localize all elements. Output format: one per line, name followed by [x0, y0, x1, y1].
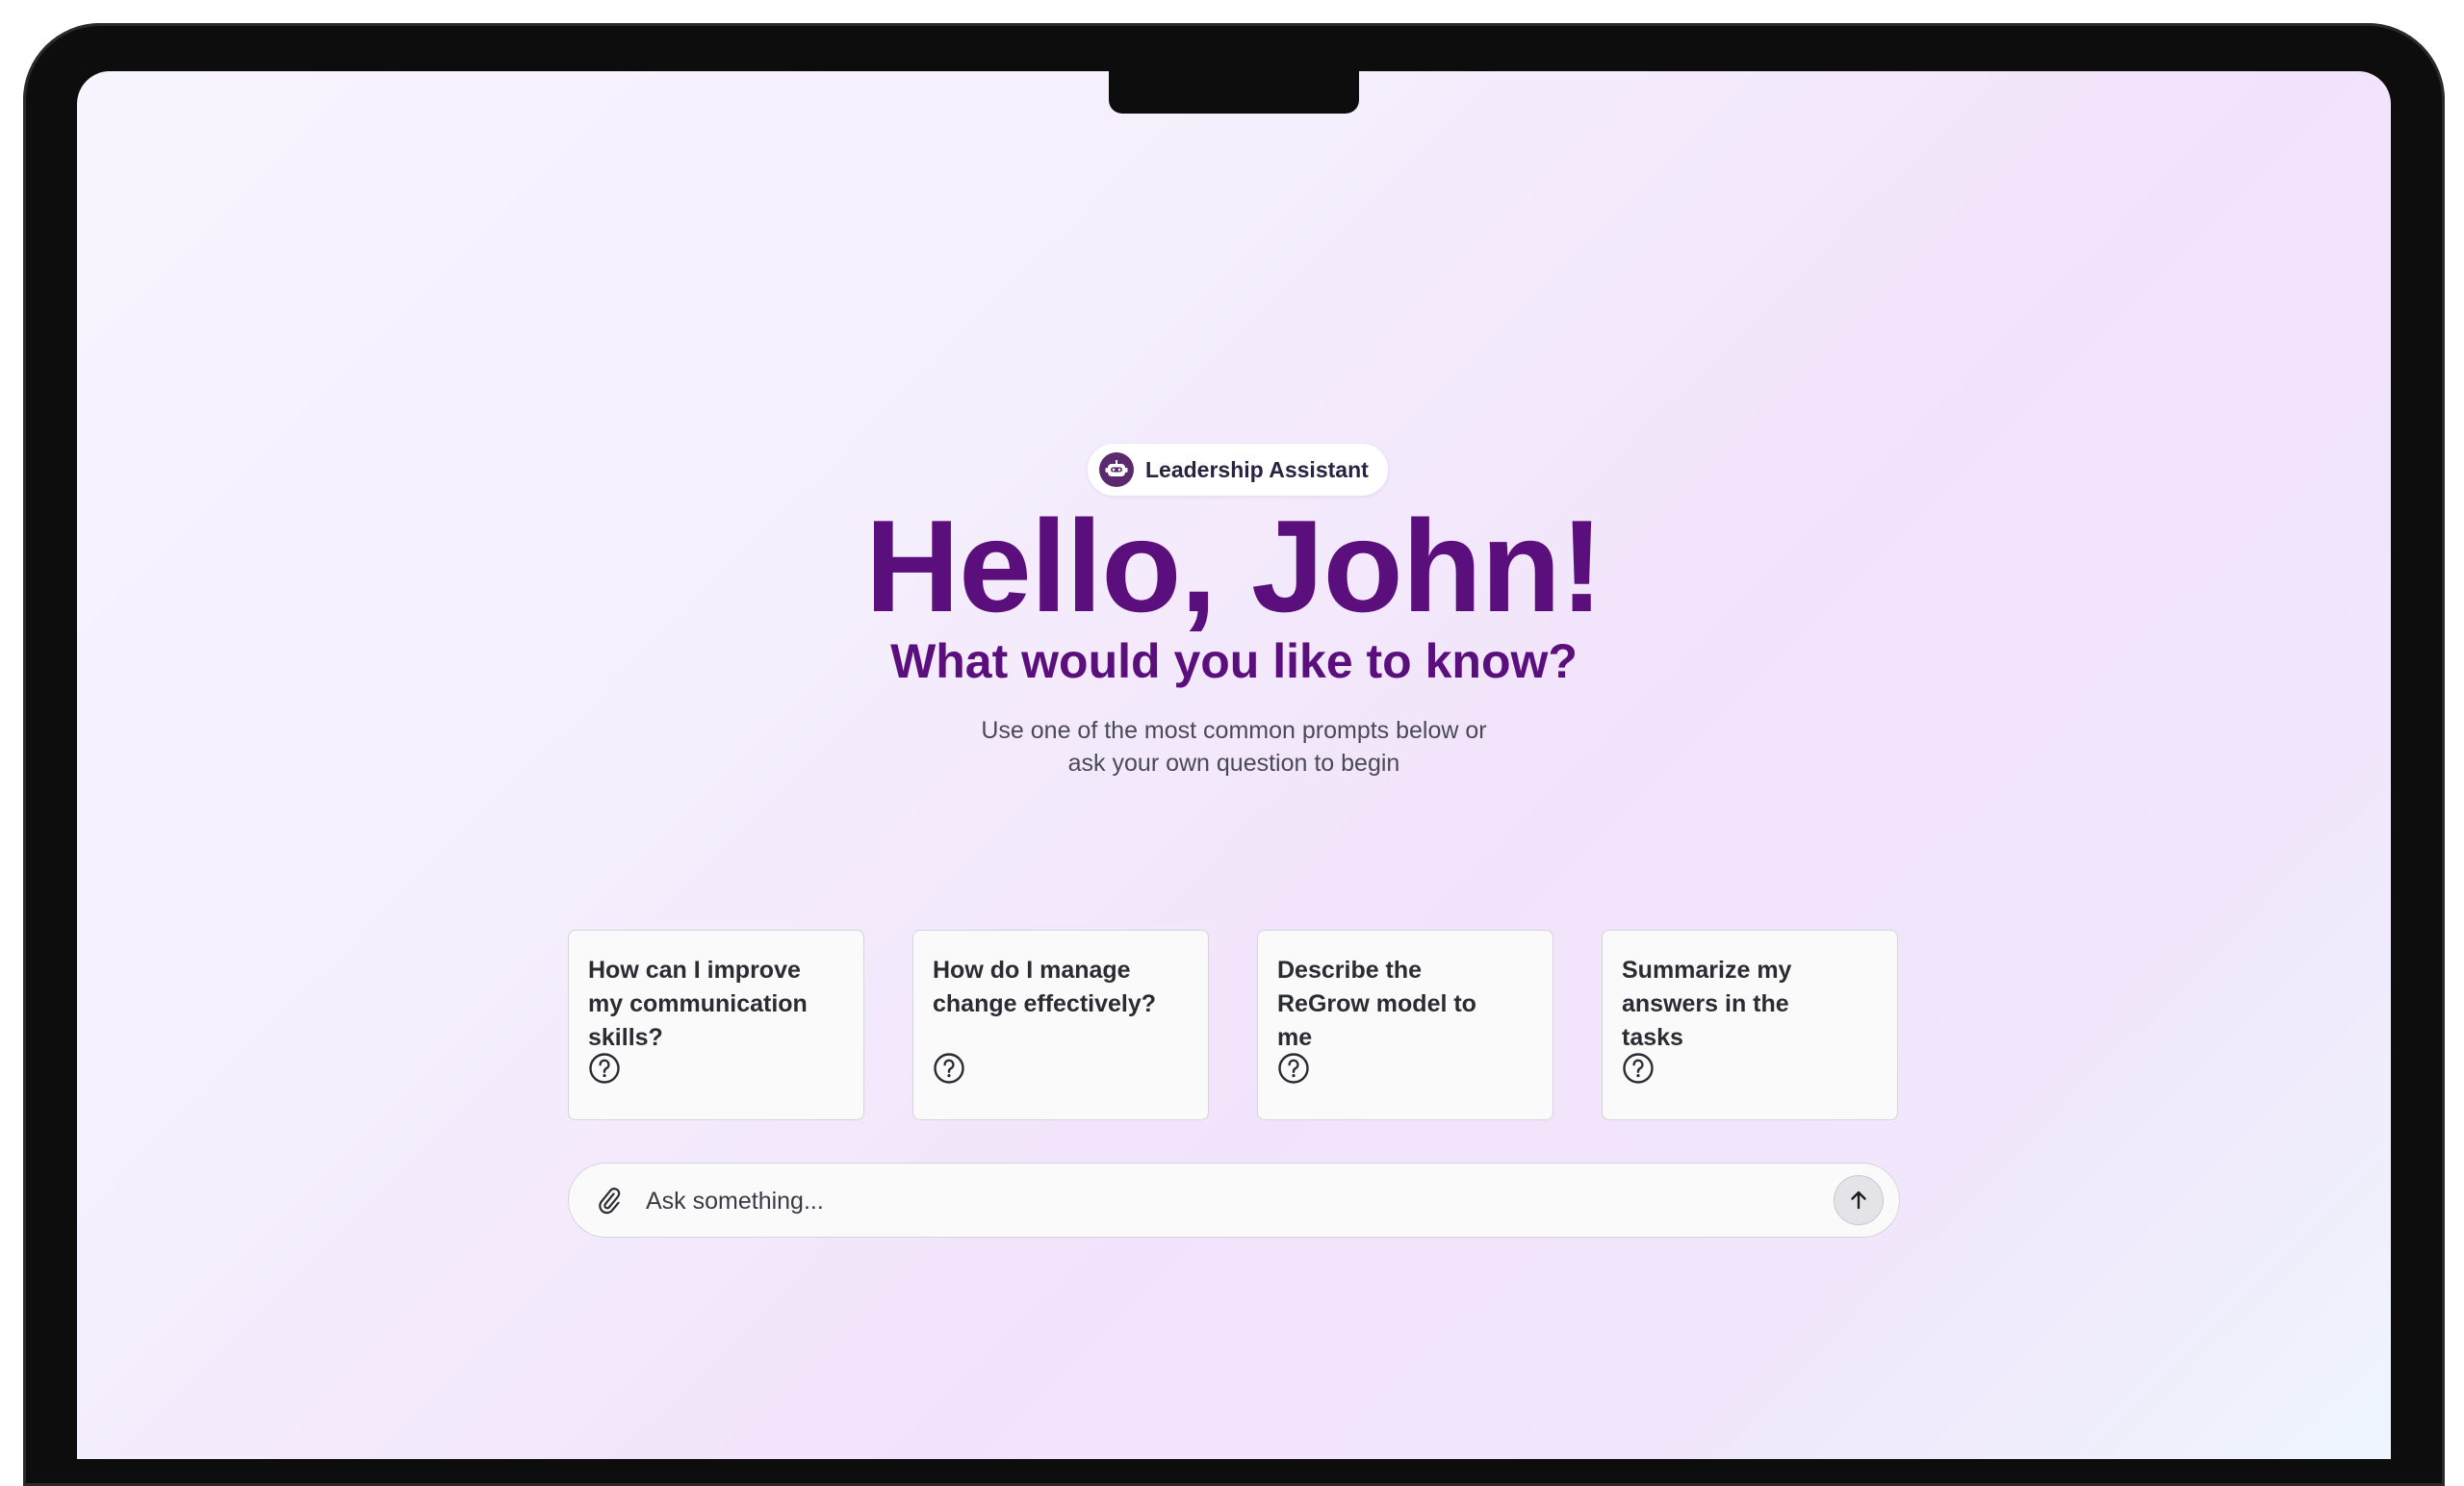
send-button[interactable] — [1834, 1175, 1884, 1225]
prompt-card-communication[interactable]: How can I improve my communication skill… — [568, 930, 864, 1120]
arrow-up-icon — [1851, 1191, 1866, 1210]
assistant-badge: Leadership Assistant — [1088, 444, 1388, 496]
greeting-heading: Hello, John! — [864, 493, 1604, 639]
hint-line-2: ask your own question to begin — [1067, 750, 1400, 777]
subtitle-heading: What would you like to know? — [890, 634, 1578, 688]
prompt-text: How do I manage change effectively? — [933, 957, 1157, 1017]
prompt-card-summarize[interactable]: Summarize my answers in the tasks — [1602, 930, 1898, 1120]
ask-input[interactable] — [644, 1177, 1784, 1225]
hint-line-1: Use one of the most common prompts below… — [981, 717, 1487, 744]
prompt-card-change[interactable]: How do I manage change effectively? — [912, 930, 1209, 1120]
robot-icon — [1099, 452, 1134, 487]
prompt-text: How can I improve my communication skill… — [588, 957, 808, 1051]
paperclip-icon[interactable] — [594, 1185, 625, 1216]
hint-text: Use one of the most common prompts below… — [945, 714, 1523, 780]
laptop-frame: Leadership Assistant Hello, John! What w… — [23, 23, 2445, 1486]
prompt-text: Describe the ReGrow model to me — [1277, 957, 1476, 1051]
help-circle-icon — [1623, 1053, 1654, 1084]
help-circle-icon — [589, 1053, 620, 1084]
help-circle-icon — [1278, 1053, 1309, 1084]
app-screen: Leadership Assistant Hello, John! What w… — [77, 71, 2391, 1459]
prompt-text: Summarize my answers in the tasks — [1622, 957, 1792, 1051]
camera-notch — [1109, 71, 1359, 114]
prompt-card-regrow[interactable]: Describe the ReGrow model to me — [1257, 930, 1553, 1120]
help-circle-icon — [934, 1053, 964, 1084]
assistant-name: Leadership Assistant — [1145, 456, 1369, 482]
chat-input-bar — [568, 1163, 1900, 1238]
